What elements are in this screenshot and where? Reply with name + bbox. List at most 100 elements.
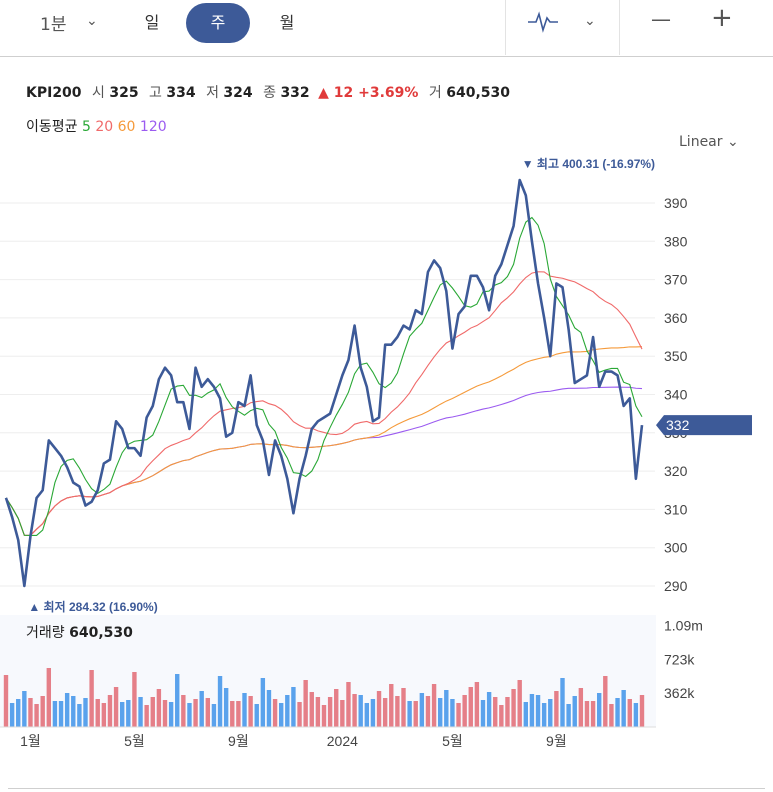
interval-select[interactable]: 1분: [40, 10, 66, 35]
volume-bar: [517, 680, 522, 727]
volume-bar: [548, 699, 553, 727]
volume-bar: [101, 703, 107, 727]
symbol: KPI200: [26, 85, 82, 101]
volume-bar: [633, 703, 639, 727]
volume-bar: [554, 691, 559, 727]
y-tick-label: 380: [664, 233, 688, 249]
volume-bar: [596, 693, 602, 727]
x-tick-label: 9월: [228, 733, 249, 749]
ma120-line: [5, 386, 643, 537]
volume-bar: [46, 668, 52, 727]
high-annotation: ▼ 최고 400.31 (-16.97%): [522, 156, 655, 171]
y-tick-label: 350: [664, 348, 688, 364]
volume-bar: [327, 697, 333, 727]
volume-bar: [58, 701, 64, 727]
volume-bar: [358, 695, 363, 727]
ma-legend: 이동평균 5 20 60 120: [26, 119, 167, 135]
period-week-button[interactable]: 주: [186, 3, 250, 43]
volume-bar: [138, 697, 143, 727]
volume-bar: [272, 699, 278, 727]
zoom-out-button[interactable]: —: [651, 7, 671, 31]
volume-bar: [291, 687, 296, 727]
volume-bar: [627, 699, 632, 727]
volume-bar: [162, 700, 168, 727]
volume-bar: [83, 698, 88, 727]
volume-bar: [493, 697, 498, 727]
volume-bar: [285, 695, 290, 727]
volume-bar: [230, 701, 235, 727]
volume-bar: [505, 697, 510, 727]
volume-bar: [309, 692, 314, 727]
y-tick-label: 290: [664, 578, 688, 594]
volume-bar: [340, 700, 345, 727]
chevron-down-icon[interactable]: ⌄: [86, 13, 98, 29]
volume-bar: [297, 702, 302, 727]
ma20-line: [5, 271, 643, 537]
volume-tick-label: 723k: [664, 652, 695, 668]
toolbar: 1분 ⌄ 일 주 월 ⌄ — +: [0, 0, 773, 57]
volume-bar: [401, 688, 406, 727]
volume-bar: [187, 703, 192, 727]
volume-bar: [474, 682, 480, 727]
chart-type-icon[interactable]: [528, 10, 558, 34]
volume-bar: [578, 688, 584, 727]
volume-bar: [535, 695, 541, 727]
volume-bar: [132, 672, 137, 727]
volume-bar: [590, 701, 596, 727]
y-tick-label: 370: [664, 272, 688, 288]
x-tick-label: 9월: [546, 733, 567, 749]
volume-bar: [107, 695, 113, 727]
volume-bar: [486, 692, 492, 727]
x-tick-label: 1월: [20, 733, 41, 749]
volume-bar: [260, 678, 266, 727]
volume-bar: [407, 701, 412, 727]
volume-bar: [193, 699, 198, 727]
volume-tick-label: 1.09m: [664, 617, 703, 633]
volume-bar: [199, 691, 204, 727]
volume-bar: [71, 696, 76, 727]
volume-bar: [584, 701, 590, 727]
period-month-button[interactable]: 월: [255, 3, 319, 43]
volume-bar: [175, 674, 180, 727]
volume-bar: [16, 699, 21, 727]
volume-bar: [181, 695, 186, 727]
volume-bar: [419, 693, 425, 727]
volume-bar: [150, 697, 155, 727]
volume-bar: [609, 704, 614, 727]
volume-bar: [89, 670, 94, 727]
scale-select[interactable]: Linear ⌄: [679, 134, 739, 150]
volume-bar: [278, 703, 284, 727]
ma5-line: [5, 216, 643, 536]
volume-bar: [223, 688, 229, 727]
volume-bar: [34, 704, 39, 727]
volume-bar: [560, 678, 565, 727]
period-day-button[interactable]: 일: [120, 3, 184, 43]
y-tick-label: 300: [664, 540, 688, 556]
volume-bar: [480, 700, 486, 727]
volume-bar: [64, 693, 70, 727]
volume-bar: [321, 705, 327, 727]
volume-bar: [95, 699, 100, 727]
y-tick-label: 320: [664, 463, 688, 479]
volume-bar: [113, 687, 119, 727]
volume-bar: [168, 702, 174, 727]
price-chart[interactable]: 290300310320330340350360370380390332▼ 최고…: [0, 150, 773, 750]
volume-bar: [389, 684, 394, 727]
volume-bar: [431, 684, 437, 727]
y-tick-label: 390: [664, 195, 688, 211]
volume-bar: [144, 705, 149, 727]
zoom-in-button[interactable]: +: [711, 3, 733, 33]
volume-bar: [523, 702, 529, 727]
volume-bar: [468, 687, 473, 727]
x-tick-label: 5월: [124, 733, 145, 749]
volume-bar: [376, 691, 382, 727]
volume-bar: [529, 694, 535, 727]
chevron-down-icon[interactable]: ⌄: [584, 13, 596, 29]
volume-bar: [156, 689, 162, 727]
volume-bar: [603, 676, 608, 727]
volume-bar: [566, 704, 571, 727]
volume-bar: [248, 696, 253, 727]
volume-bar: [621, 690, 626, 727]
volume-bar: [364, 703, 370, 727]
y-tick-label: 340: [664, 387, 688, 403]
